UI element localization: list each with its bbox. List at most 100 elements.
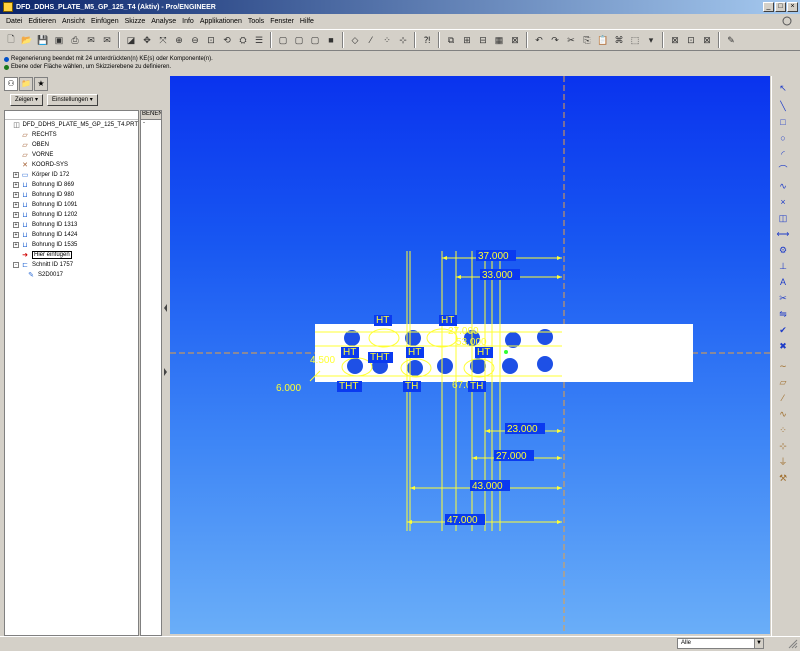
graphics-window[interactable]: 37.000 33.000 23.000 27.000 43.000 47.000 27.0… (170, 76, 770, 634)
show-dropdown-button[interactable]: Zeigen ▾ (10, 94, 44, 106)
tree-item[interactable]: + ⊔ Bohrung ID 1424 (5, 230, 138, 240)
sketch-display-icon[interactable]: ⊠ (508, 33, 522, 47)
settings-dropdown-button[interactable]: Einstellungen ▾ (47, 94, 98, 106)
tree-item[interactable]: ▱ VORNE (5, 150, 138, 160)
text-icon[interactable]: A (776, 276, 790, 289)
sketched-curve-icon[interactable]: ∿ (776, 408, 790, 421)
trim-icon[interactable]: ✂ (776, 292, 790, 305)
point-icon[interactable]: × (776, 196, 790, 209)
rectangle-icon[interactable]: □ (776, 116, 790, 129)
accept-check-icon[interactable]: ✔ (776, 324, 790, 337)
constraints-icon[interactable]: ⊥ (776, 260, 790, 273)
resize-grip-icon[interactable] (788, 639, 798, 649)
circle-icon[interactable]: ○ (776, 132, 790, 145)
coord-system-icon[interactable]: ⊹ (776, 440, 790, 453)
menu-analyse[interactable]: Analyse (148, 18, 179, 25)
zoom-out-icon[interactable]: ⊖ (188, 33, 202, 47)
sketch-setup-icon[interactable]: ⧉ (444, 33, 458, 47)
tree-item[interactable]: ◫ DFD_DDHS_PLATE_M5_GP_125_T4.PRT (5, 120, 138, 130)
panel-splitter[interactable] (163, 76, 169, 636)
datum-point-icon[interactable]: ⁘ (776, 424, 790, 437)
datum-planes-icon[interactable]: ◇ (348, 33, 362, 47)
cancel-x-icon[interactable]: ✖ (776, 340, 790, 353)
tree-item[interactable]: + ⊔ Bohrung ID 1535 (5, 240, 138, 250)
no-hidden-icon[interactable]: ▢ (308, 33, 322, 47)
datum-curve-icon[interactable]: ∼ (776, 360, 790, 373)
select-arrow-icon[interactable]: ↖ (776, 82, 790, 95)
pause-sketch-icon[interactable]: ⊡ (684, 33, 698, 47)
context-help-icon[interactable]: ⁈ (420, 33, 434, 47)
tree-expander-icon[interactable]: + (13, 242, 19, 248)
repaint-icon[interactable]: ◪ (124, 33, 138, 47)
sketch-grid-icon[interactable]: ▦ (492, 33, 506, 47)
selection-filter[interactable]: Alle ▼ (677, 638, 764, 649)
tree-item[interactable]: + ⊔ Bohrung ID 1202 (5, 210, 138, 220)
fillet-icon[interactable]: ⌒ (776, 164, 790, 177)
new-file-icon[interactable]: 🗋 (4, 33, 18, 47)
use-edge-icon[interactable]: ◫ (776, 212, 790, 225)
tree-item[interactable]: ✕ KOORD-SYS (5, 160, 138, 170)
tree-expander-icon[interactable]: + (13, 232, 19, 238)
tree-expander-icon[interactable]: + (13, 182, 19, 188)
datum-points-icon[interactable]: ⁘ (380, 33, 394, 47)
tree-item[interactable]: ➜ Hier einfügen (5, 250, 138, 260)
line-icon[interactable]: ╲ (776, 100, 790, 113)
print-icon[interactable]: ⎙ (68, 33, 82, 47)
zoom-in-icon[interactable]: ⊕ (172, 33, 186, 47)
dimension-icon[interactable]: ⟷ (776, 228, 790, 241)
modify-icon[interactable]: ⚙ (776, 244, 790, 257)
menu-ansicht[interactable]: Ansicht (59, 18, 88, 25)
tree-item[interactable]: + ⊔ Bohrung ID 980 (5, 190, 138, 200)
saved-views-icon[interactable]: ⛭ (236, 33, 250, 47)
tree-expander-icon[interactable]: + (13, 222, 19, 228)
menu-datei[interactable]: Datei (3, 18, 25, 25)
coord-sys-icon[interactable]: ⊹ (396, 33, 410, 47)
menu-fenster[interactable]: Fenster (267, 18, 297, 25)
selection-mode-icon[interactable]: ⬚ (628, 33, 642, 47)
tree-item[interactable]: ✎ S2D0017 (5, 270, 138, 280)
tree-expander-icon[interactable]: - (13, 262, 19, 268)
sketch-canvas[interactable]: 37.000 33.000 23.000 27.000 43.000 47.000 27.0… (170, 76, 770, 634)
menu-skizze[interactable]: Skizze (122, 18, 149, 25)
tree-item[interactable]: ▱ OBEN (5, 140, 138, 150)
paste-icon[interactable]: 📋 (596, 33, 610, 47)
tree-item[interactable]: + ⊔ Bohrung ID 1091 (5, 200, 138, 210)
spin-center-icon[interactable]: ✥ (140, 33, 154, 47)
paste-special-icon[interactable]: ⌘ (612, 33, 626, 47)
datum-axis-icon[interactable]: ⁄ (776, 392, 790, 405)
menu-tools[interactable]: Tools (245, 18, 267, 25)
accept-sketch-icon[interactable]: ⊠ (668, 33, 682, 47)
orient-mode-icon[interactable]: ⤧ (156, 33, 170, 47)
minimize-button[interactable]: _ (763, 2, 774, 12)
tree-item[interactable]: ▱ RECHTS (5, 130, 138, 140)
tool-icon[interactable]: ✎ (724, 33, 738, 47)
save-icon[interactable]: 💾 (36, 33, 50, 47)
arc-icon[interactable]: ◜ (776, 148, 790, 161)
cut-icon[interactable]: ✂ (564, 33, 578, 47)
save-copy-icon[interactable]: ▣ (52, 33, 66, 47)
analysis-icon[interactable]: ⏚ (776, 456, 790, 469)
tree-item[interactable]: + ▭ Körper ID 172 (5, 170, 138, 180)
chevron-down-icon[interactable]: ▼ (754, 639, 763, 648)
placement-icon[interactable]: ⚒ (776, 472, 790, 485)
tree-item[interactable]: - ⊏ Schnitt ID 1757 (5, 260, 138, 270)
tree-item[interactable]: + ⊔ Bohrung ID 1313 (5, 220, 138, 230)
context-help-icon[interactable] (782, 16, 792, 26)
menu-hilfe[interactable]: Hilfe (297, 18, 317, 25)
copy-icon[interactable]: ⎘ (580, 33, 594, 47)
datum-axes-icon[interactable]: ⁄ (364, 33, 378, 47)
shading-icon[interactable]: ■ (324, 33, 338, 47)
column-header[interactable]: BENEN (141, 111, 161, 120)
refit-icon[interactable]: ⊡ (204, 33, 218, 47)
mirror-icon[interactable]: ⇋ (776, 308, 790, 321)
menu-einfuegen[interactable]: Einfügen (88, 18, 122, 25)
menu-editieren[interactable]: Editieren (25, 18, 59, 25)
model-tree-tab-icon[interactable]: ⚇ (4, 77, 18, 91)
tree-expander-icon[interactable]: + (13, 212, 19, 218)
selection-dropdown-icon[interactable]: ▾ (644, 33, 658, 47)
tree-item[interactable]: + ⊔ Bohrung ID 869 (5, 180, 138, 190)
folder-browser-tab-icon[interactable]: 📁 (19, 77, 33, 91)
menu-info[interactable]: Info (179, 18, 197, 25)
tree-expander-icon[interactable]: + (13, 192, 19, 198)
spline-icon[interactable]: ∿ (776, 180, 790, 193)
